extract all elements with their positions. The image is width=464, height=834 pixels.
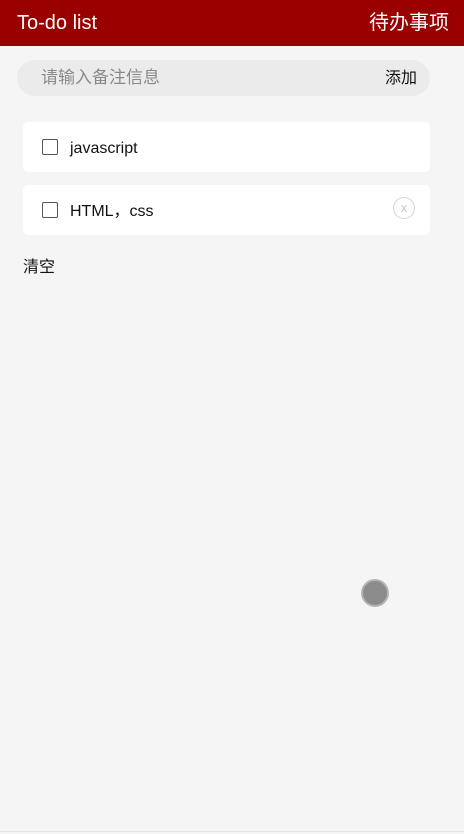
delete-icon[interactable]: x: [393, 197, 415, 219]
app-header: To-do list 待办事项: [0, 0, 464, 46]
todo-checkbox[interactable]: [42, 202, 58, 218]
todo-item: javascript: [23, 122, 430, 172]
todo-item: HTML，css x: [23, 185, 430, 235]
todo-input-bar: 添加: [17, 60, 430, 96]
floating-touch-button[interactable]: [361, 579, 389, 607]
todo-checkbox[interactable]: [42, 139, 58, 155]
add-button[interactable]: 添加: [385, 69, 417, 89]
todo-input[interactable]: [41, 60, 371, 96]
todo-text: HTML，css: [70, 203, 154, 220]
clear-button[interactable]: 清空: [23, 258, 55, 278]
bottom-divider: [0, 831, 464, 832]
app-subtitle: 待办事项: [369, 12, 449, 34]
app-title: To-do list: [17, 12, 98, 34]
todo-text: javascript: [70, 140, 138, 157]
